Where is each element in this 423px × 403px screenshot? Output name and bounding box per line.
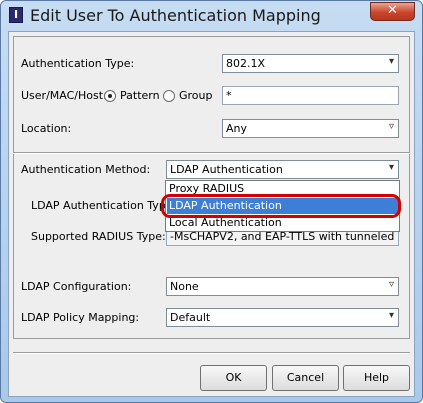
ldap-auth-type-label: LDAP Authentication Type: xyxy=(31,199,177,212)
ldap-policy-label: LDAP Policy Mapping: xyxy=(21,311,140,324)
chevron-down-icon: ▿ xyxy=(388,279,394,290)
divider xyxy=(13,152,410,154)
auth-type-select[interactable]: 802.1X ▾ xyxy=(222,54,399,73)
pattern-radio-label[interactable]: Pattern xyxy=(120,89,160,102)
chevron-down-icon: ▿ xyxy=(388,121,394,132)
user-mac-host-label: User/MAC/Host: xyxy=(21,89,107,102)
chevron-down-icon: ▾ xyxy=(388,162,394,173)
ldap-config-value: None xyxy=(170,280,199,293)
group-radio[interactable] xyxy=(163,90,175,102)
ldap-policy-value: Default xyxy=(170,311,211,324)
ldap-policy-select[interactable]: Default ▾ xyxy=(166,308,399,327)
app-icon: I xyxy=(9,7,23,23)
close-button[interactable]: ✕ xyxy=(370,2,415,21)
chevron-down-icon: ▾ xyxy=(388,56,394,67)
pattern-radio[interactable] xyxy=(104,90,116,102)
help-button[interactable]: Help xyxy=(343,365,410,391)
auth-method-value: LDAP Authentication xyxy=(170,163,283,176)
ldap-config-label: LDAP Configuration: xyxy=(21,280,132,293)
divider xyxy=(13,352,410,354)
location-value: Any xyxy=(226,122,248,135)
ok-button[interactable]: OK xyxy=(200,365,267,391)
user-mac-host-input[interactable]: * xyxy=(222,86,399,105)
window-title: Edit User To Authentication Mapping xyxy=(30,6,321,25)
title-bar[interactable]: I Edit User To Authentication Mapping ✕ xyxy=(1,1,422,31)
auth-method-label: Authentication Method: xyxy=(21,163,151,176)
auth-type-value: 802.1X xyxy=(226,57,266,70)
user-mac-host-value: * xyxy=(226,89,232,102)
group-radio-label[interactable]: Group xyxy=(179,89,213,102)
dialog-window: I Edit User To Authentication Mapping ✕ … xyxy=(0,0,423,403)
auth-type-label: Authentication Type: xyxy=(21,57,135,70)
supported-radius-label: Supported RADIUS Type: xyxy=(31,230,166,243)
location-select[interactable]: Any ▿ xyxy=(222,119,399,138)
cancel-button[interactable]: Cancel xyxy=(272,365,339,391)
chevron-down-icon: ▾ xyxy=(388,310,394,321)
highlight-annotation xyxy=(161,194,401,218)
auth-method-select[interactable]: LDAP Authentication ▾ xyxy=(166,160,399,179)
location-label: Location: xyxy=(21,122,72,135)
ldap-config-select[interactable]: None ▿ xyxy=(166,277,399,296)
